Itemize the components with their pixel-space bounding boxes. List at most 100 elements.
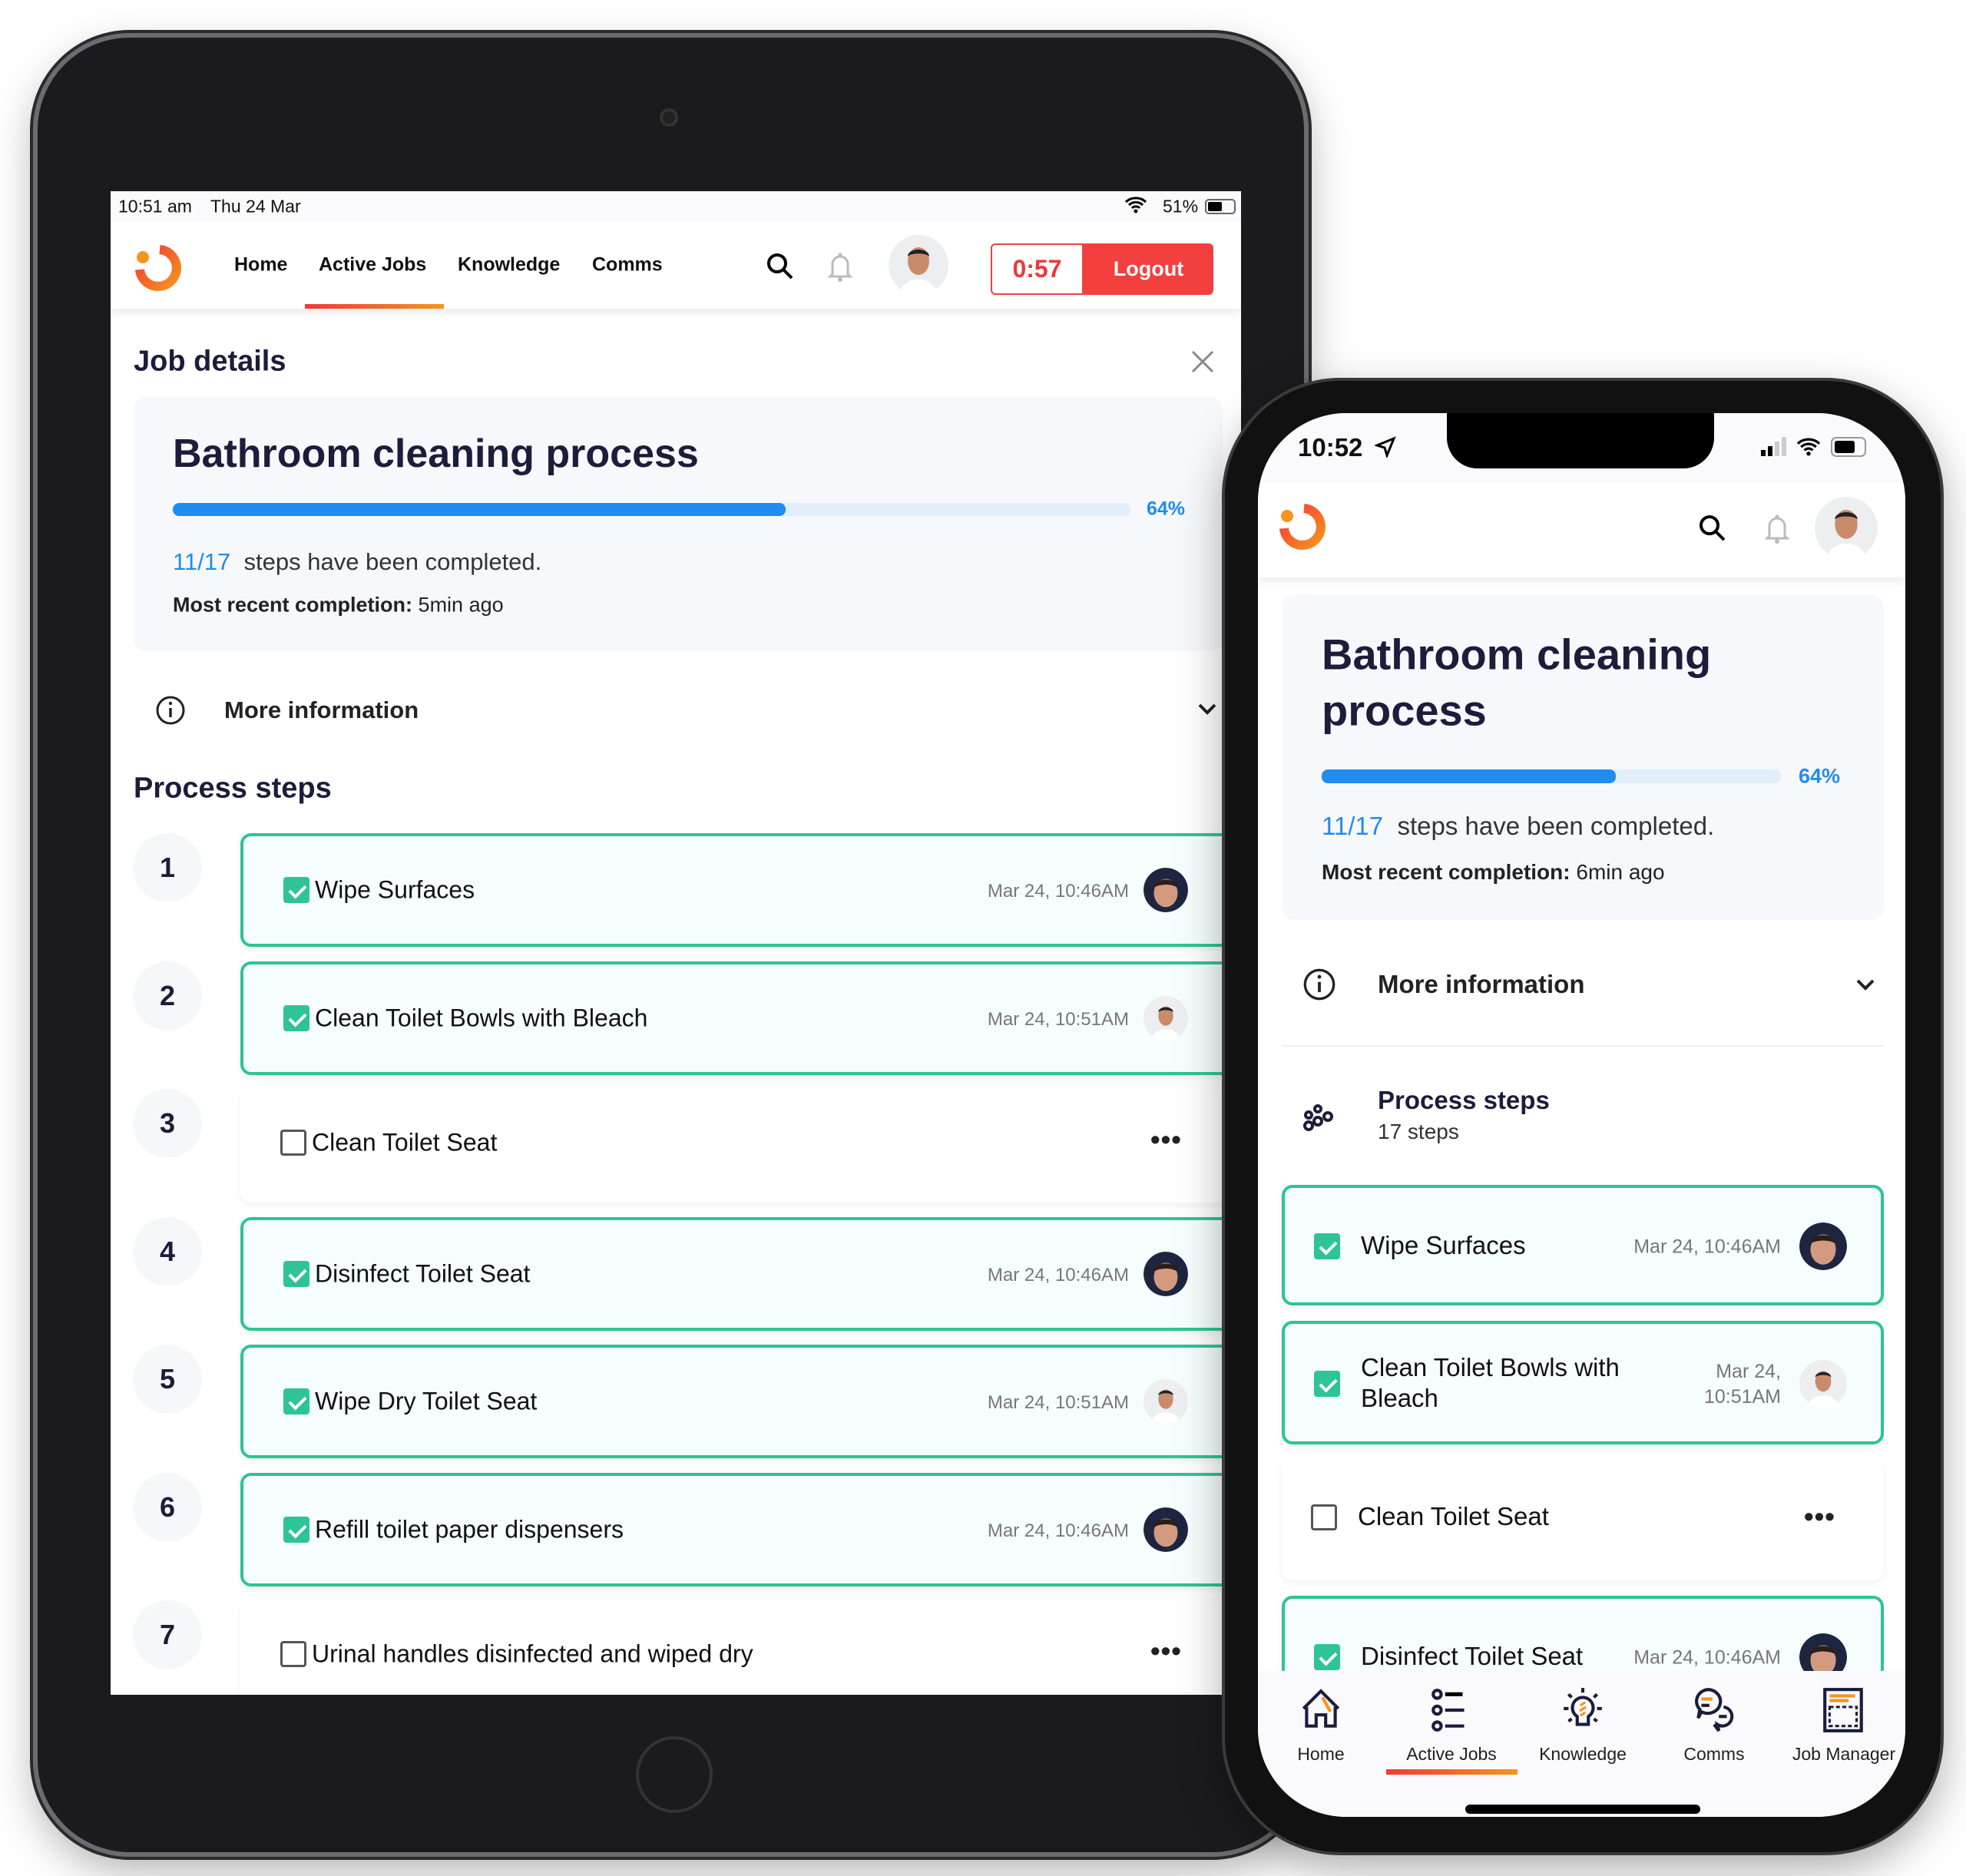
user-avatar[interactable]	[889, 235, 948, 295]
bottom-tab-bar: Home Active Jobs Knowledge Comms Job Man…	[1258, 1671, 1905, 1817]
step-checkbox[interactable]	[283, 1388, 309, 1414]
status-bar: 10:51 am Thu 24 Mar 51%	[111, 191, 1241, 222]
tab-label: Home	[1297, 1744, 1345, 1764]
step-number: 6	[133, 1472, 202, 1542]
wifi-icon	[1796, 436, 1822, 460]
step-checkbox[interactable]	[283, 1004, 309, 1031]
more-options-icon[interactable]: •••	[1804, 1500, 1835, 1533]
step-checkbox[interactable]	[283, 1516, 309, 1543]
step-card[interactable]: Wipe Dry Toilet Seat Mar 24, 10:51AM	[240, 1345, 1241, 1458]
chat-icon	[1695, 1688, 1734, 1732]
tab-knowledge[interactable]: Knowledge	[1518, 1686, 1648, 1765]
step-checkbox[interactable]	[283, 877, 309, 903]
step-label: Disinfect Toilet Seat	[1361, 1642, 1584, 1670]
step-checkbox[interactable]	[1314, 1644, 1340, 1670]
step-card[interactable]: Refill toilet paper dispensers Mar 24, 1…	[240, 1472, 1241, 1586]
progress-percent: 64%	[1799, 764, 1841, 788]
step-checkbox[interactable]	[280, 1130, 306, 1156]
steps-summary-text: steps have been completed.	[1397, 812, 1715, 840]
completed-by-avatar	[1799, 1222, 1847, 1270]
step-card[interactable]: Clean Toilet Bowls with Bleach Mar 24, 1…	[240, 961, 1241, 1075]
steps-summary: 11/17 steps have been completed.	[173, 548, 541, 576]
tab-active-jobs[interactable]: Active Jobs	[1386, 1686, 1517, 1765]
step-card[interactable]: Clean Toilet Bowls with Bleach Mar 24, 1…	[1282, 1321, 1884, 1444]
step-card[interactable]: Wipe Surfaces Mar 24, 10:46AM	[1282, 1185, 1884, 1305]
progress-bar	[173, 503, 1130, 516]
recent-completion: Most recent completion: 5min ago	[173, 594, 504, 617]
bell-icon[interactable]	[826, 251, 854, 286]
step-checkbox[interactable]	[1314, 1232, 1340, 1259]
session-timer: 0:57	[991, 243, 1084, 295]
completed-by-avatar	[1144, 1379, 1188, 1424]
step-checkbox[interactable]	[1314, 1370, 1340, 1397]
wifi-icon	[1124, 195, 1147, 218]
more-options-icon[interactable]: •••	[1150, 1123, 1182, 1156]
search-icon[interactable]	[765, 251, 796, 286]
divider	[1282, 1045, 1884, 1047]
location-arrow-icon	[1373, 436, 1396, 462]
nav-comms[interactable]: Comms	[592, 254, 663, 276]
step-label: Urinal handles disinfected and wiped dry	[312, 1639, 753, 1668]
search-icon[interactable]	[1697, 513, 1728, 548]
recent-completion-label: Most recent completion:	[1322, 860, 1570, 884]
brand-logo[interactable]	[132, 243, 181, 296]
step-label: Clean Toilet Seat	[1358, 1502, 1549, 1530]
chevron-down-icon[interactable]	[1855, 977, 1876, 996]
active-tab-indicator	[1386, 1769, 1518, 1775]
step-card[interactable]: Clean Toilet Seat •••	[1282, 1459, 1884, 1580]
steps-done-count: 11/17	[1322, 812, 1384, 840]
step-number: 4	[133, 1216, 202, 1286]
user-avatar[interactable]	[1815, 497, 1878, 560]
step-completed-date: Mar 24, 10:46AM	[987, 881, 1129, 902]
job-title-line1: Bathroom cleaning	[1322, 630, 1712, 679]
battery-icon	[1831, 437, 1866, 457]
nav-knowledge[interactable]: Knowledge	[458, 254, 560, 276]
more-options-icon[interactable]: •••	[1150, 1635, 1182, 1667]
home-indicator	[1465, 1805, 1700, 1814]
progress-percent: 64%	[1147, 498, 1186, 520]
tab-home[interactable]: Home	[1258, 1686, 1386, 1765]
brand-logo[interactable]	[1276, 502, 1326, 555]
nav-home[interactable]: Home	[234, 254, 287, 276]
list-icon	[1431, 1689, 1465, 1732]
job-title-line2: process	[1322, 686, 1487, 735]
notch	[1447, 413, 1714, 468]
bell-icon[interactable]	[1763, 513, 1791, 548]
active-tab-indicator	[305, 304, 444, 309]
step-card[interactable]: Wipe Surfaces Mar 24, 10:46AM	[240, 833, 1241, 947]
step-number: 3	[133, 1089, 202, 1158]
recent-completion-value: 5min ago	[418, 593, 504, 617]
tablet-camera	[660, 108, 678, 127]
step-card[interactable]: Disinfect Toilet Seat Mar 24, 10:46AM	[240, 1216, 1241, 1331]
page-title: Job details	[134, 345, 286, 378]
nav-active-jobs[interactable]: Active Jobs	[319, 254, 426, 276]
close-icon[interactable]	[1189, 348, 1216, 379]
job-summary-card: Bathroom cleaning process 64% 11/17 step…	[1282, 595, 1884, 920]
chevron-down-icon[interactable]	[1196, 701, 1218, 720]
steps-done-count: 11/17	[173, 548, 231, 575]
info-icon	[1302, 968, 1336, 1005]
home-icon	[1302, 1689, 1340, 1728]
steps-summary-text: steps have been completed.	[243, 548, 542, 575]
progress-fill	[173, 503, 786, 516]
process-steps-icon	[1302, 1098, 1338, 1137]
step-checkbox[interactable]	[283, 1260, 309, 1287]
more-information-toggle[interactable]: More information	[1378, 970, 1585, 999]
step-number: 5	[133, 1345, 202, 1414]
more-information-toggle[interactable]: More information	[224, 696, 419, 724]
recent-completion: Most recent completion: 6min ago	[1322, 860, 1665, 885]
completed-by-avatar	[1799, 1359, 1847, 1408]
logout-button[interactable]: Logout	[1084, 243, 1213, 295]
board-icon	[1823, 1688, 1863, 1732]
step-checkbox[interactable]	[1311, 1504, 1337, 1530]
tab-label: Knowledge	[1539, 1744, 1627, 1764]
step-card[interactable]: Clean Toilet Seat •••	[240, 1089, 1241, 1203]
step-completed-date: Mar 24, 10:46AM	[987, 1264, 1129, 1285]
step-checkbox[interactable]	[280, 1641, 306, 1667]
step-completed-date: Mar 24, 10:46AM	[1633, 1646, 1781, 1669]
step-card[interactable]: Urinal handles disinfected and wiped dry…	[240, 1600, 1241, 1695]
tab-job-manager[interactable]: Job Manager	[1779, 1686, 1905, 1765]
process-steps-count: 17 steps	[1378, 1120, 1459, 1143]
tab-comms[interactable]: Comms	[1649, 1686, 1779, 1765]
job-title: Bathroom cleaning process	[173, 432, 699, 476]
